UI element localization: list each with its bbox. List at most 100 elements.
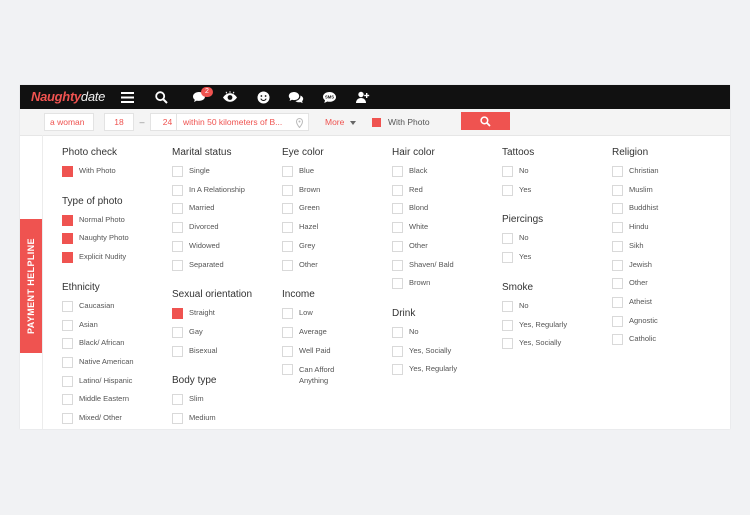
checkbox[interactable] <box>172 240 183 252</box>
checkbox[interactable] <box>62 233 73 245</box>
more-filters-dropdown[interactable]: More <box>325 113 357 131</box>
logo-part2: date <box>80 89 106 104</box>
filter-option-label: Yes, Socially <box>519 338 562 348</box>
filter-option-label: Black <box>409 166 428 175</box>
filter-option-label: Gay <box>189 326 203 336</box>
filter-option-label: Brown <box>409 278 431 288</box>
checkbox[interactable] <box>172 184 183 196</box>
checkbox[interactable] <box>282 345 293 357</box>
checkbox[interactable] <box>612 278 623 290</box>
menu-icon[interactable] <box>117 87 137 107</box>
payment-helpline-tab[interactable]: PAYMENT HELPLINE <box>20 219 42 353</box>
site-logo[interactable]: Naughtydate <box>31 89 105 104</box>
filter-heading-eye-color: Eye color <box>282 147 324 158</box>
checkbox[interactable] <box>392 184 403 196</box>
checkbox[interactable] <box>172 259 183 271</box>
checkbox[interactable] <box>392 222 403 234</box>
checkbox[interactable] <box>62 166 73 177</box>
checkbox[interactable] <box>502 166 513 177</box>
checkbox[interactable] <box>62 319 73 331</box>
checkbox[interactable] <box>282 240 293 252</box>
checkbox[interactable] <box>62 394 73 406</box>
checkbox[interactable] <box>612 296 623 308</box>
checkbox[interactable] <box>502 300 513 312</box>
search-icon[interactable] <box>151 87 171 107</box>
checkbox[interactable] <box>392 166 403 177</box>
checkbox[interactable] <box>172 222 183 234</box>
checkbox[interactable] <box>502 319 513 331</box>
filter-heading-tattoos: Tattoos <box>502 147 535 158</box>
checkbox[interactable] <box>282 203 293 215</box>
checkbox[interactable] <box>612 184 623 196</box>
checkbox[interactable] <box>62 413 73 424</box>
checkbox[interactable] <box>62 300 73 312</box>
checkbox[interactable] <box>282 308 293 320</box>
checkbox[interactable] <box>612 259 623 271</box>
checkbox[interactable] <box>502 338 513 350</box>
checkbox[interactable] <box>612 315 623 327</box>
checkbox[interactable] <box>172 166 183 177</box>
smiley-icon[interactable] <box>253 87 273 107</box>
location-input[interactable]: within 50 kilometers of B... <box>176 113 309 131</box>
checkbox[interactable] <box>172 345 183 357</box>
messages-icon[interactable] <box>286 87 306 107</box>
filter-option-label: No <box>409 326 419 336</box>
checkbox[interactable] <box>392 259 403 271</box>
checkbox[interactable] <box>612 240 623 252</box>
sms-icon[interactable]: SMS <box>319 87 339 107</box>
checkbox[interactable] <box>62 375 73 387</box>
checkbox[interactable] <box>282 259 293 271</box>
checkbox[interactable] <box>392 345 403 357</box>
age-min-input[interactable]: 18 <box>104 113 134 131</box>
divider <box>42 135 43 429</box>
checkbox[interactable] <box>62 252 73 264</box>
checkbox[interactable] <box>282 364 293 376</box>
checkbox[interactable] <box>502 233 513 245</box>
checkbox[interactable] <box>62 338 73 350</box>
checkbox[interactable] <box>392 240 403 252</box>
filter-option-label: No <box>519 300 529 310</box>
filter-option-label: Widowed <box>189 240 220 250</box>
filter-heading-drink: Drink <box>392 307 416 319</box>
checkbox[interactable] <box>172 308 183 320</box>
filter-heading-income: Income <box>282 289 315 301</box>
filter-option-label: Shaven/ Bald <box>409 259 454 269</box>
checkbox[interactable] <box>392 278 403 290</box>
filter-option-label: White <box>409 222 429 232</box>
checkbox[interactable] <box>612 222 623 234</box>
eye-icon[interactable] <box>220 87 240 107</box>
checkbox[interactable] <box>172 413 183 424</box>
checkbox[interactable] <box>392 326 403 338</box>
checkbox[interactable] <box>612 334 623 346</box>
checkbox[interactable] <box>172 394 183 406</box>
with-photo-checkbox[interactable] <box>372 118 381 127</box>
filter-option-label: Red <box>409 184 423 194</box>
friends-icon[interactable] <box>352 87 372 107</box>
search-button[interactable] <box>461 112 510 130</box>
checkbox[interactable] <box>282 166 293 177</box>
filter-option-label: Caucasian <box>79 300 115 310</box>
filter-option-label: In A Relationship <box>189 184 245 194</box>
age-separator: – <box>139 117 145 127</box>
filter-option-label: Native American <box>79 356 134 366</box>
checkbox[interactable] <box>282 326 293 338</box>
checkbox[interactable] <box>612 166 623 177</box>
checkbox[interactable] <box>172 203 183 215</box>
checkbox[interactable] <box>62 214 73 226</box>
checkbox[interactable] <box>282 184 293 196</box>
filter-heading-photo-check: Photo check <box>62 147 118 158</box>
checkbox[interactable] <box>172 326 183 338</box>
with-photo-label: With Photo <box>388 117 430 127</box>
chat-icon[interactable]: 2 <box>189 87 213 107</box>
filter-heading-sexual-orientation: Sexual orientation <box>172 289 253 301</box>
checkbox[interactable] <box>62 356 73 368</box>
checkbox[interactable] <box>392 364 403 376</box>
filter-option-label: Christian <box>629 166 659 175</box>
checkbox[interactable] <box>502 184 513 196</box>
filter-option-label: Married <box>189 203 215 213</box>
gender-select[interactable]: a woman <box>44 113 94 131</box>
checkbox[interactable] <box>502 252 513 264</box>
checkbox[interactable] <box>612 203 623 215</box>
checkbox[interactable] <box>392 203 403 215</box>
checkbox[interactable] <box>282 222 293 234</box>
